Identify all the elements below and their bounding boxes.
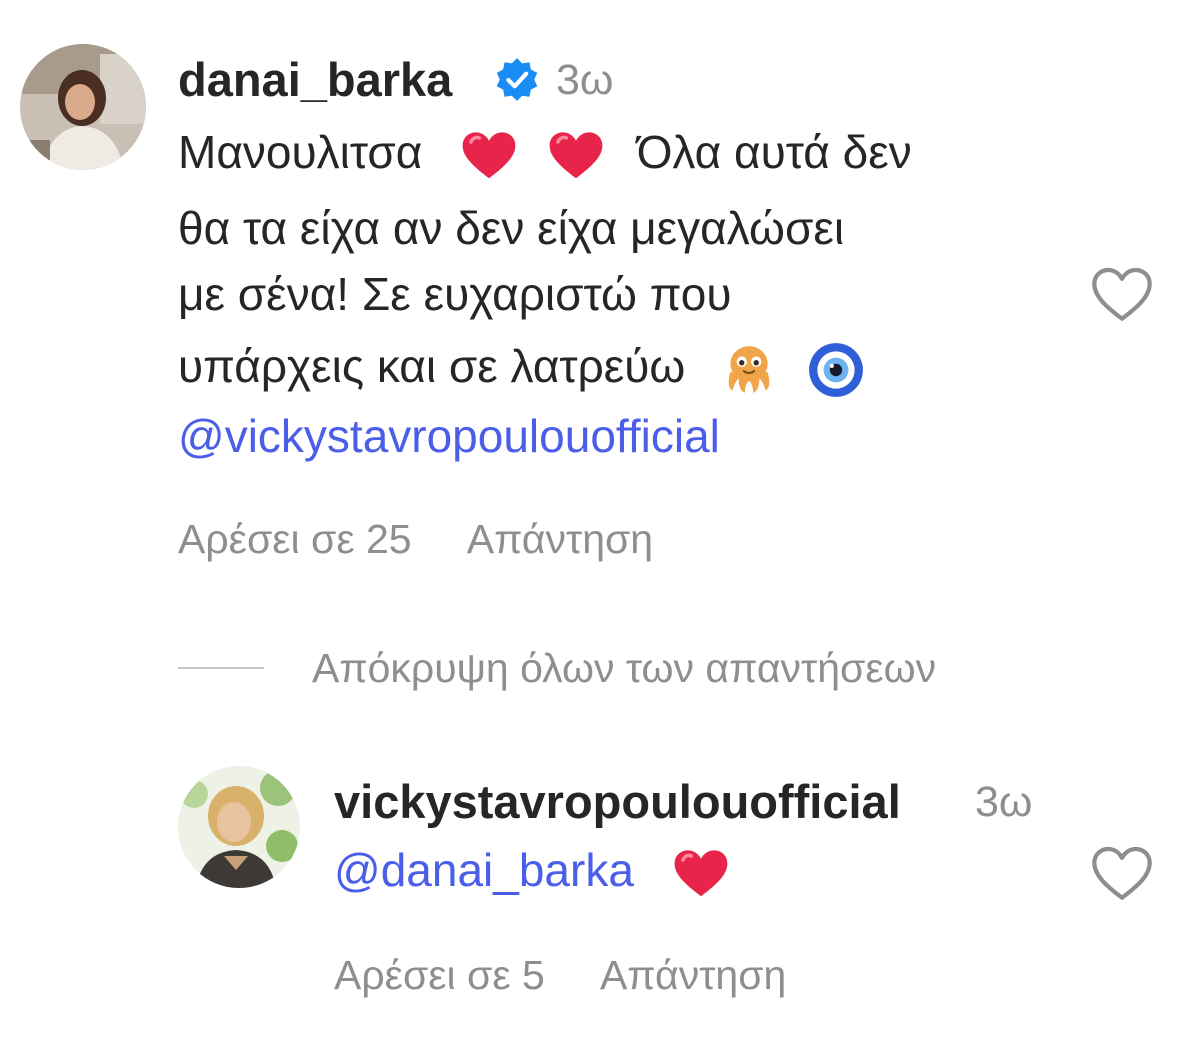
- reply-meta: Αρέσει σε 5 Απάντηση: [334, 950, 832, 1000]
- comment-meta: Αρέσει σε 25 Απάντηση: [178, 514, 699, 564]
- heart-like-icon[interactable]: [1089, 845, 1155, 903]
- comment-likes-count[interactable]: Αρέσει σε 25: [178, 516, 412, 562]
- comment-text-segment: Όλα αυτά δεν: [636, 126, 912, 178]
- avatar[interactable]: [178, 766, 300, 888]
- red-heart-icon: [548, 131, 604, 181]
- nazar-amulet-icon: [807, 341, 865, 399]
- comment-reply-button[interactable]: Απάντηση: [467, 516, 653, 562]
- reply-time: 3ω: [975, 778, 1033, 826]
- heart-like-icon[interactable]: [1089, 266, 1155, 324]
- comment-text-line: υπάρχεις και σε λατρεύω: [178, 338, 865, 399]
- hide-all-replies-button[interactable]: Απόκρυψη όλων των απαντήσεων: [178, 640, 936, 696]
- comment-username[interactable]: danai_barka: [178, 52, 452, 108]
- red-heart-icon: [673, 849, 729, 899]
- reply-text-line: @danai_barka: [334, 842, 729, 899]
- verified-badge-icon: [494, 57, 540, 103]
- reply-mention-link[interactable]: @danai_barka: [334, 844, 634, 896]
- reply-likes-count[interactable]: Αρέσει σε 5: [334, 952, 545, 998]
- red-heart-icon: [461, 131, 517, 181]
- reply-reply-button[interactable]: Απάντηση: [600, 952, 786, 998]
- comment-text-segment: υπάρχεις και σε λατρεύω: [178, 340, 686, 392]
- comment-mention-link[interactable]: @vickystavropoulouofficial: [178, 408, 720, 464]
- comment-text-segment: Μανουλιτσα: [178, 126, 423, 178]
- comment-text-line: θα τα είχα αν δεν είχα μεγαλώσει: [178, 202, 845, 254]
- octopus-icon: [720, 341, 778, 399]
- comment-time: 3ω: [556, 56, 614, 104]
- hide-replies-label: Απόκρυψη όλων των απαντήσεων: [312, 644, 937, 691]
- comment-text-line: με σένα! Σε ευχαριστώ που: [178, 268, 732, 320]
- divider: [178, 667, 264, 669]
- reply-username[interactable]: vickystavropoulouofficial: [334, 774, 901, 830]
- comment-text-line: Μανουλιτσα Όλα αυτά δεν: [178, 124, 912, 181]
- avatar[interactable]: [20, 44, 146, 170]
